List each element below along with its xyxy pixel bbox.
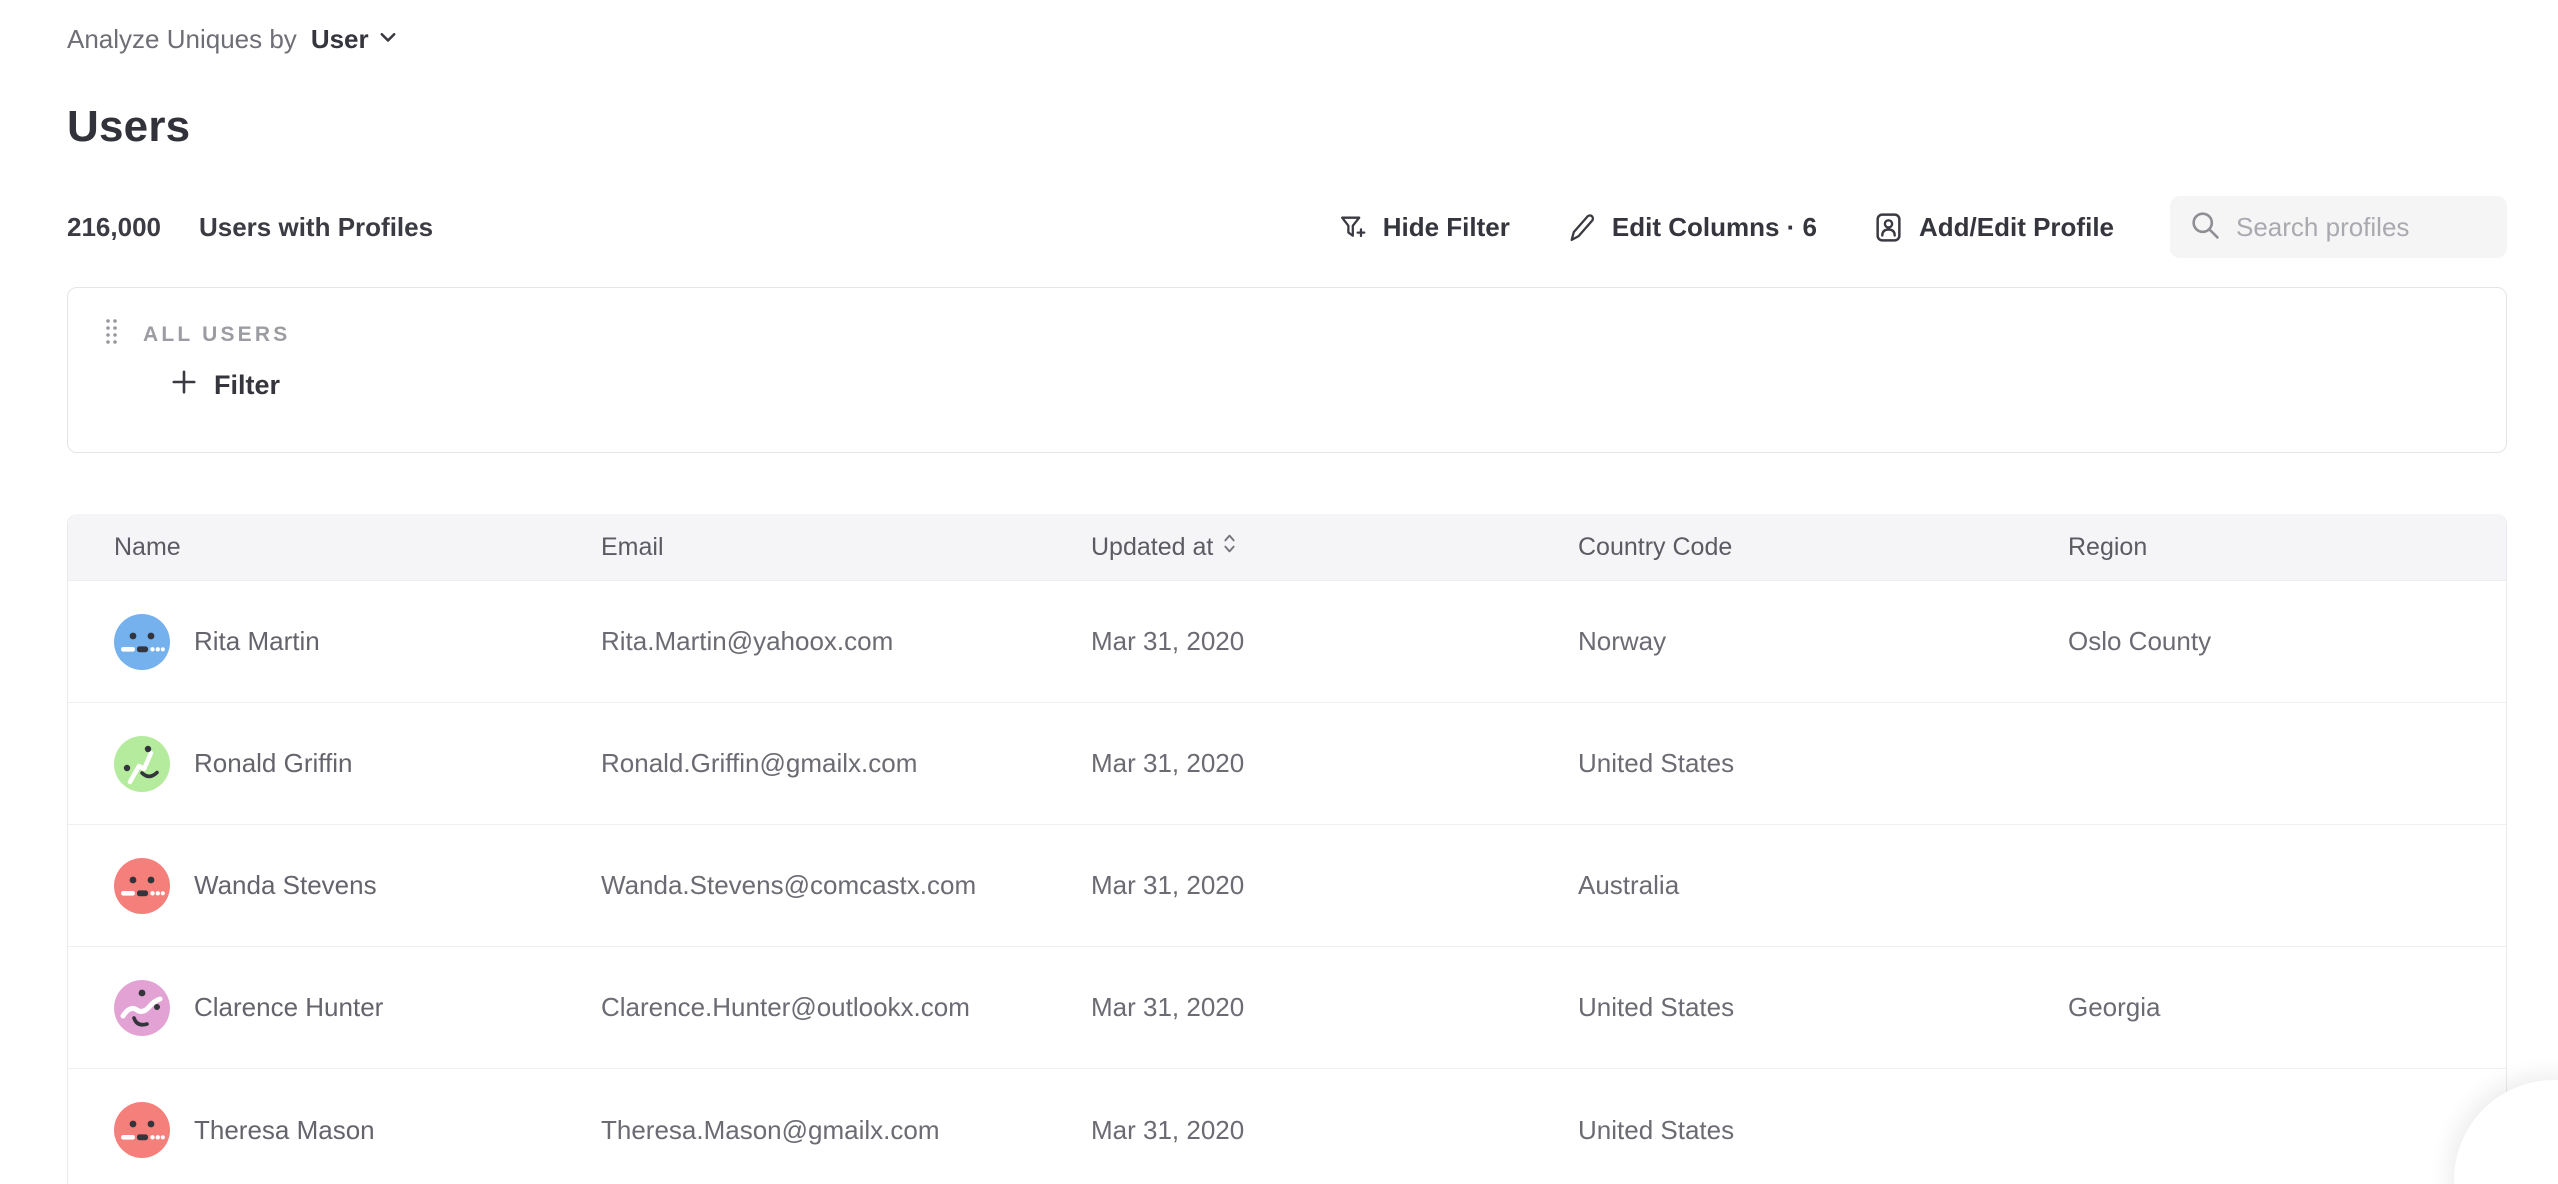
edit-columns-label: Edit Columns · 6 [1612, 212, 1817, 243]
avatar [114, 858, 170, 914]
cell-email: Clarence.Hunter@outlookx.com [555, 992, 1045, 1023]
avatar [114, 980, 170, 1036]
column-header-name[interactable]: Name [68, 533, 555, 562]
cell-updated-at: Mar 31, 2020 [1045, 992, 1532, 1023]
user-count-label: Users with Profiles [199, 212, 433, 243]
cell-email: Wanda.Stevens@comcastx.com [555, 870, 1045, 901]
cell-name: Ronald Griffin [194, 748, 353, 779]
filter-funnel-icon [1337, 212, 1368, 243]
analyze-uniques-label: Analyze Uniques by [67, 24, 297, 55]
cell-email: Theresa.Mason@gmailx.com [555, 1115, 1045, 1146]
plus-icon [170, 368, 198, 403]
drag-handle-icon[interactable] [104, 316, 119, 353]
cell-country-code: United States [1532, 992, 2022, 1023]
cell-country-code: Norway [1532, 626, 2022, 657]
chevron-down-icon [377, 24, 399, 55]
toolbar-actions: Hide Filter Edit Columns · 6 Add/Edit Pr… [1337, 196, 2507, 258]
analyze-uniques-row: Analyze Uniques by User [67, 24, 399, 55]
cell-region: Oslo County [2022, 626, 2506, 657]
profile-badge-icon [1873, 212, 1904, 243]
cell-email: Ronald.Griffin@gmailx.com [555, 748, 1045, 779]
edit-columns-button[interactable]: Edit Columns · 6 [1566, 212, 1817, 243]
header-row: 216,000 Users with Profiles Hide Filter … [67, 196, 2507, 258]
cell-updated-at: Mar 31, 2020 [1045, 1115, 1532, 1146]
cell-name: Clarence Hunter [194, 992, 383, 1023]
column-header-email[interactable]: Email [555, 533, 1045, 562]
add-filter-button[interactable]: Filter [170, 368, 280, 403]
add-filter-label: Filter [214, 370, 280, 401]
analyze-by-value: User [311, 24, 369, 55]
add-edit-profile-label: Add/Edit Profile [1919, 212, 2114, 243]
table-row[interactable]: Theresa Mason Theresa.Mason@gmailx.com M… [68, 1069, 2506, 1184]
cell-name: Theresa Mason [194, 1115, 375, 1146]
hide-filter-label: Hide Filter [1383, 212, 1510, 243]
column-header-country-code[interactable]: Country Code [1532, 533, 2022, 562]
cell-region: Georgia [2022, 992, 2506, 1023]
table-row[interactable]: Ronald Griffin Ronald.Griffin@gmailx.com… [68, 703, 2506, 825]
table-header-row: Name Email Updated at Country Code Regio… [68, 514, 2506, 581]
cell-updated-at: Mar 31, 2020 [1045, 626, 1532, 657]
search-icon [2188, 208, 2222, 247]
user-count-summary: 216,000 Users with Profiles [67, 212, 433, 243]
cell-name: Wanda Stevens [194, 870, 377, 901]
column-header-updated-at[interactable]: Updated at [1045, 532, 1532, 562]
cell-email: Rita.Martin@yahoox.com [555, 626, 1045, 657]
sort-icon [1223, 532, 1236, 562]
column-header-region[interactable]: Region [2022, 533, 2506, 562]
cell-name: Rita Martin [194, 626, 320, 657]
all-users-group-label: ALL USERS [143, 323, 290, 347]
avatar [114, 736, 170, 792]
hide-filter-button[interactable]: Hide Filter [1337, 212, 1510, 243]
add-edit-profile-button[interactable]: Add/Edit Profile [1873, 212, 2114, 243]
avatar [114, 614, 170, 670]
search-profiles-input[interactable] [2236, 212, 2489, 243]
filter-card: ALL USERS Filter [67, 287, 2507, 453]
user-count: 216,000 [67, 212, 161, 243]
avatar [114, 1102, 170, 1158]
table-row[interactable]: Wanda Stevens Wanda.Stevens@comcastx.com… [68, 825, 2506, 947]
table-row[interactable]: Clarence Hunter Clarence.Hunter@outlookx… [68, 947, 2506, 1069]
cell-country-code: Australia [1532, 870, 2022, 901]
analyze-by-dropdown[interactable]: User [311, 24, 399, 55]
cell-updated-at: Mar 31, 2020 [1045, 748, 1532, 779]
cell-updated-at: Mar 31, 2020 [1045, 870, 1532, 901]
search-profiles-box[interactable] [2170, 196, 2507, 258]
cell-country-code: United States [1532, 1115, 2022, 1146]
page-title: Users [67, 102, 190, 152]
table-row[interactable]: Rita Martin Rita.Martin@yahoox.com Mar 3… [68, 581, 2506, 703]
cell-country-code: United States [1532, 748, 2022, 779]
pencil-icon [1566, 212, 1597, 243]
users-table: Name Email Updated at Country Code Regio… [67, 514, 2507, 1184]
